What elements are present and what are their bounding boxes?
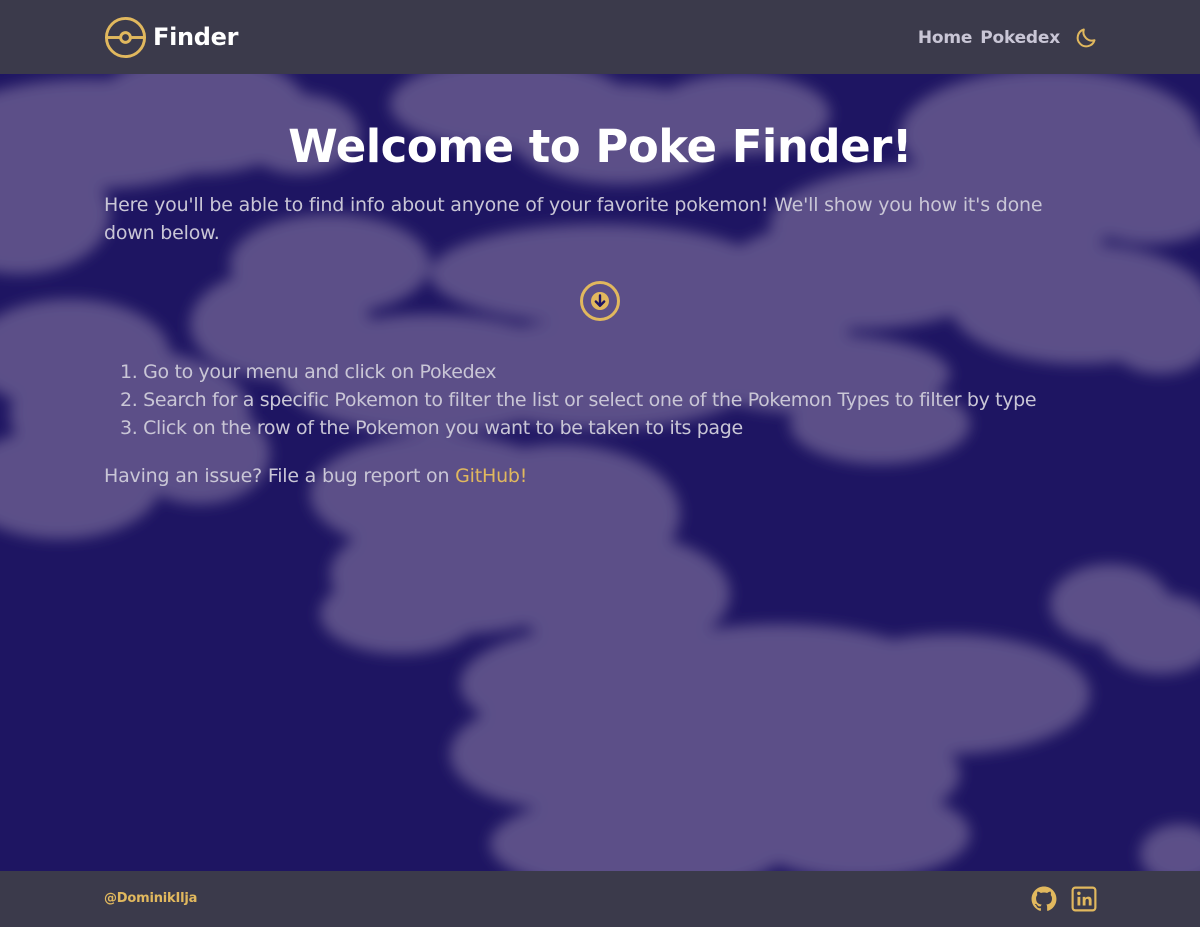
- author-handle[interactable]: @DominikIlja: [104, 891, 197, 906]
- nav-pokedex-link[interactable]: Pokedex: [980, 28, 1060, 48]
- navbar: Finder Home Pokedex: [0, 0, 1200, 74]
- list-number: 3.: [120, 417, 138, 439]
- social-links: [1031, 886, 1097, 912]
- pokeball-icon: [104, 16, 147, 58]
- list-item-text: Search for a specific Pokemon to filter …: [143, 389, 1037, 411]
- bug-report-label: Having an issue? File a bug report on: [104, 465, 456, 487]
- brand-name: Finder: [153, 23, 239, 51]
- github-icon[interactable]: [1031, 886, 1057, 912]
- list-item: 3. Click on the row of the Pokemon you w…: [120, 414, 1096, 442]
- list-number: 2.: [120, 389, 138, 411]
- linkedin-icon[interactable]: [1071, 886, 1097, 912]
- list-number: 1.: [120, 361, 138, 383]
- intro-text: Here you'll be able to find info about a…: [104, 194, 1043, 244]
- nav-home-link[interactable]: Home: [918, 28, 973, 48]
- arrow-down-circle-icon[interactable]: [579, 280, 621, 322]
- list-item: 1. Go to your menu and click on Pokedex: [120, 358, 1096, 386]
- main-nav: Home Pokedex: [918, 24, 1098, 52]
- footer: @DominikIlja: [0, 871, 1200, 927]
- brand-link[interactable]: Finder: [104, 15, 239, 59]
- instructions-list: 1. Go to your menu and click on Pokedex …: [104, 358, 1096, 442]
- list-item: 2. Search for a specific Pokemon to filt…: [120, 386, 1096, 414]
- list-item-text: Go to your menu and click on Pokedex: [143, 361, 497, 383]
- bug-report-text: Having an issue? File a bug report on Gi…: [104, 462, 1096, 490]
- main-content: Welcome to Poke Finder! Here you'll be a…: [104, 74, 1096, 490]
- list-item-text: Click on the row of the Pokemon you want…: [143, 417, 743, 439]
- github-link[interactable]: GitHub!: [455, 465, 527, 487]
- page-title: Welcome to Poke Finder!: [288, 120, 912, 173]
- moon-icon[interactable]: [1074, 26, 1098, 50]
